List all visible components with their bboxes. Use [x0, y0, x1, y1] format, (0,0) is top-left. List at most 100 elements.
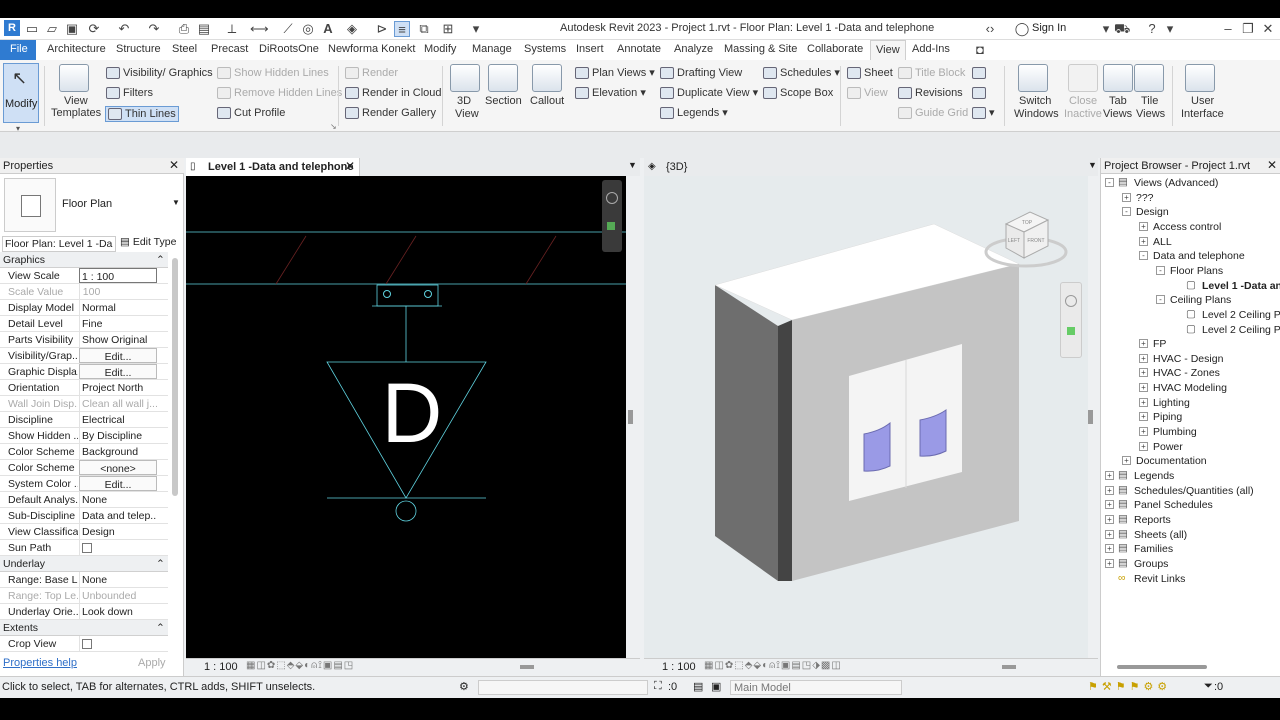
browser-item[interactable]: Lighting — [1153, 397, 1190, 409]
expand-icon[interactable]: + — [1139, 427, 1148, 437]
tile-label[interactable]: Tile — [1141, 94, 1158, 108]
browser-item[interactable]: Plumbing — [1153, 426, 1197, 438]
browser-item[interactable]: Views (Advanced) — [1134, 177, 1218, 189]
user-icon[interactable]: ◯ — [1014, 21, 1030, 37]
property-value[interactable]: Edit... — [79, 348, 157, 363]
elevation-button[interactable]: Elevation ▾ — [575, 86, 646, 100]
tile-views-label[interactable]: Views — [1136, 107, 1165, 121]
tab-architecture[interactable]: Architecture — [47, 43, 106, 55]
help-icon[interactable]: ? — [1144, 21, 1160, 37]
tab-newforma-konekt[interactable]: Newforma Konekt — [328, 43, 415, 55]
property-value[interactable]: None — [79, 492, 157, 507]
browser-item[interactable]: Ceiling Plans — [1170, 294, 1231, 306]
thin-lines-icon[interactable]: ≡ — [394, 21, 410, 37]
ribbon-toggle-icon[interactable]: ◘ — [972, 42, 988, 58]
browser-item[interactable]: Groups — [1134, 558, 1168, 570]
expand-icon[interactable]: + — [1122, 456, 1131, 466]
property-value[interactable]: Data and telep... — [79, 508, 157, 523]
group-extents[interactable]: Extents ⌃ — [0, 620, 168, 636]
revit-logo-icon[interactable]: R — [4, 20, 20, 36]
property-value[interactable] — [79, 636, 157, 651]
expand-icon[interactable]: + — [1139, 353, 1148, 363]
scope-box-button[interactable]: Scope Box — [763, 86, 833, 100]
show-hidden-lines-button[interactable]: Show Hidden Lines — [217, 66, 329, 80]
view-control-icons[interactable]: ▦◫✿⬚⬘⬙◐⍝⟟▣▤◳⬗▩◫ — [704, 660, 842, 671]
group-underlay[interactable]: Underlay ⌃ — [0, 556, 168, 572]
browser-item[interactable]: ??? — [1136, 192, 1154, 204]
modify-button[interactable]: ↖ Modify — [3, 63, 39, 123]
property-value[interactable]: Unbounded — [79, 588, 157, 603]
expand-icon[interactable]: + — [1105, 529, 1114, 539]
browser-item[interactable]: Access control — [1153, 221, 1221, 233]
view-scroll-handle[interactable] — [628, 410, 633, 424]
close-label[interactable]: Close — [1069, 94, 1097, 108]
browser-item[interactable]: Design — [1136, 206, 1169, 218]
switch-windows-icon[interactable]: ⊞ — [440, 21, 456, 37]
tab-collaborate[interactable]: Collaborate — [807, 43, 863, 55]
expand-icon[interactable]: + — [1105, 471, 1114, 480]
section-icon[interactable]: ⊳ — [374, 21, 390, 37]
zoom-icon[interactable] — [607, 222, 615, 230]
thin-lines-button[interactable]: Thin Lines — [105, 106, 179, 122]
design-option-select[interactable]: Main Model — [730, 680, 902, 695]
expand-icon[interactable]: + — [1139, 412, 1148, 422]
properties-scrollbar[interactable] — [172, 258, 178, 496]
property-value[interactable]: 1:100 — [79, 284, 157, 299]
properties-help-link[interactable]: Properties help — [3, 657, 77, 669]
checkbox[interactable] — [82, 639, 92, 649]
expand-icon[interactable]: + — [1139, 339, 1148, 349]
design-options-icon[interactable]: ▤ — [693, 680, 703, 693]
close-icon[interactable]: ✕ — [345, 159, 355, 173]
measure-icon[interactable]: ⟂ — [224, 21, 240, 37]
collapse-icon[interactable]: - — [1156, 265, 1165, 275]
revisions-button[interactable]: Revisions — [898, 86, 963, 100]
close-icon[interactable]: ✕ — [169, 158, 179, 172]
help-dropdown-icon[interactable]: ▾ — [1162, 21, 1178, 37]
property-value[interactable]: By Discipline — [79, 428, 157, 443]
browser-item[interactable]: ALL — [1153, 236, 1172, 248]
browser-item[interactable]: FP — [1153, 338, 1166, 350]
view-button[interactable]: View — [847, 86, 888, 100]
property-value[interactable]: Background — [79, 444, 157, 459]
tab-3d-label[interactable]: {3D} — [666, 161, 687, 173]
text-icon[interactable]: A — [320, 21, 336, 37]
navigation-bar-3d[interactable] — [1060, 282, 1082, 358]
tab-dirootsone[interactable]: DiRootsOne — [259, 43, 319, 55]
remove-hidden-lines-button[interactable]: Remove Hidden Lines — [217, 86, 342, 100]
tab-label[interactable]: Tab — [1109, 94, 1127, 108]
expand-icon[interactable]: + — [1105, 500, 1114, 510]
worksets-icon[interactable]: ⚙ — [459, 680, 469, 693]
main-model-icon[interactable]: ▣ — [711, 680, 721, 693]
navigation-bar[interactable] — [602, 180, 622, 252]
tab-systems[interactable]: Systems — [524, 43, 566, 55]
type-dropdown-icon[interactable]: ▼ — [172, 198, 180, 207]
collapse-icon[interactable]: - — [1105, 178, 1114, 187]
3d-view-icon[interactable]: ◈ — [344, 21, 360, 37]
browser-item[interactable]: Legends — [1134, 470, 1174, 482]
pdf-icon[interactable]: ▤ — [196, 21, 212, 37]
view-label[interactable]: View — [455, 107, 479, 121]
tab-insert[interactable]: Insert — [576, 43, 604, 55]
tab-manage[interactable]: Manage — [472, 43, 512, 55]
browser-item[interactable]: Sheets (all) — [1134, 529, 1187, 541]
inactive-label[interactable]: Inactive — [1064, 107, 1102, 121]
property-value[interactable]: Normal — [79, 300, 157, 315]
callout-button[interactable]: Callout — [530, 94, 564, 108]
user-label[interactable]: User — [1191, 94, 1214, 108]
tab-level1[interactable]: ▯ Level 1 -Data and telephone ✕ — [186, 158, 360, 176]
customize-qat-icon[interactable]: ▾ — [468, 21, 484, 37]
close-icon[interactable]: ✕ — [1260, 21, 1276, 37]
cut-profile-button[interactable]: Cut Profile — [217, 106, 285, 120]
legends-button[interactable]: Legends ▾ — [660, 106, 728, 120]
tab-precast[interactable]: Precast — [211, 43, 248, 55]
open-icon[interactable]: ▱ — [44, 21, 60, 37]
expand-icon[interactable]: + — [1139, 441, 1148, 451]
tab-massing-site[interactable]: Massing & Site — [724, 43, 797, 55]
schedules-button[interactable]: Schedules ▾ — [763, 66, 840, 80]
property-value[interactable]: Show Original — [79, 332, 157, 347]
property-value[interactable]: <none> — [79, 460, 157, 475]
windows-label[interactable]: Windows — [1014, 107, 1059, 121]
tab-views-label[interactable]: Views — [1103, 107, 1132, 121]
browser-item[interactable]: Level 1 -Data an — [1202, 280, 1280, 292]
tab-file[interactable]: File — [0, 40, 36, 60]
